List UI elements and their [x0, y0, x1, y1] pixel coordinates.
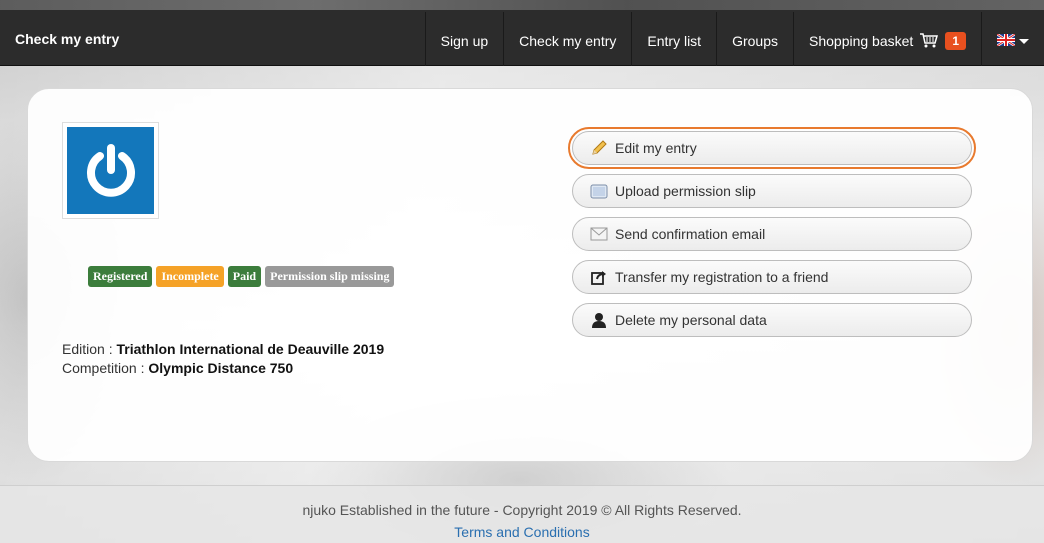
language-selector[interactable] [981, 12, 1044, 66]
copyright-text: njuko Established in the future - Copyri… [302, 502, 742, 518]
shopping-basket-label: Shopping basket [809, 33, 914, 49]
transfer-registration-button[interactable]: Transfer my registration to a friend [572, 260, 972, 294]
cart-icon [919, 32, 939, 51]
edition-row: Edition : Triathlon International de Dea… [62, 340, 384, 359]
nav-entry-list[interactable]: Entry list [631, 12, 716, 66]
envelope-icon [590, 226, 608, 242]
delete-personal-data-label: Delete my personal data [615, 312, 767, 328]
edition-label: Edition : [62, 341, 117, 357]
status-badge-registered: Registered [88, 266, 153, 287]
status-badge-paid: Paid [227, 266, 262, 287]
image-icon [590, 183, 608, 199]
competition-row: Competition : Olympic Distance 750 [62, 359, 384, 378]
top-navbar: Check my entry Sign up Check my entry En… [0, 0, 1044, 66]
event-logo [62, 122, 159, 219]
main-nav: Sign up Check my entry Entry list Groups… [424, 12, 1044, 66]
status-badge-permission-missing: Permission slip missing [265, 266, 395, 287]
transfer-registration-label: Transfer my registration to a friend [615, 269, 829, 285]
entry-panel: Registered Incomplete Paid Permission sl… [27, 88, 1033, 462]
user-icon [590, 312, 608, 328]
top-strip [0, 0, 1044, 10]
entry-info: Edition : Triathlon International de Dea… [62, 340, 384, 378]
share-icon [590, 269, 608, 285]
edit-entry-button[interactable]: Edit my entry [568, 127, 976, 169]
terms-link[interactable]: Terms and Conditions [0, 524, 1044, 540]
basket-count-badge: 1 [945, 32, 966, 50]
delete-personal-data-button[interactable]: Delete my personal data [572, 303, 972, 337]
send-confirmation-email-label: Send confirmation email [615, 226, 766, 242]
nav-shopping-basket[interactable]: Shopping basket 1 [793, 12, 981, 66]
page-title: Check my entry [15, 31, 120, 47]
send-confirmation-email-button[interactable]: Send confirmation email [572, 217, 972, 251]
entry-actions: Edit my entry Upload permission slip Sen… [568, 127, 976, 346]
upload-permission-slip-label: Upload permission slip [615, 183, 756, 199]
page-footer: njuko Established in the future - Copyri… [0, 485, 1044, 543]
chevron-down-icon [1019, 38, 1029, 44]
nav-sign-up[interactable]: Sign up [424, 12, 503, 66]
competition-label: Competition : [62, 360, 149, 376]
nav-groups[interactable]: Groups [716, 12, 793, 66]
status-badge-incomplete: Incomplete [156, 266, 224, 287]
competition-value: Olympic Distance 750 [148, 360, 294, 376]
upload-permission-slip-button[interactable]: Upload permission slip [572, 174, 972, 208]
uk-flag-icon [996, 32, 1016, 49]
power-logo-icon [67, 127, 154, 214]
edit-entry-label: Edit my entry [615, 140, 697, 156]
pencil-icon [590, 140, 608, 156]
nav-check-my-entry[interactable]: Check my entry [503, 12, 631, 66]
edition-value: Triathlon International de Deauville 201… [116, 341, 385, 357]
status-badges: Registered Incomplete Paid Permission sl… [88, 266, 395, 287]
